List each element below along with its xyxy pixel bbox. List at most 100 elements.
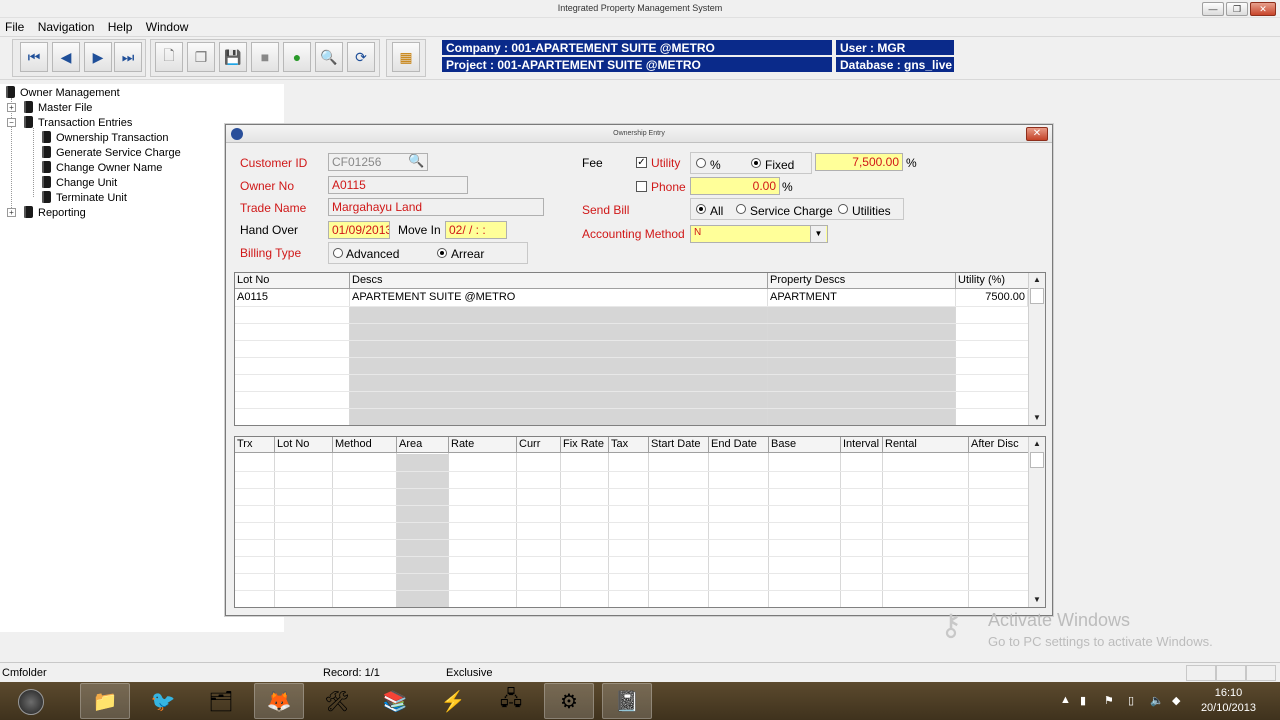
phone-amount-field[interactable]: 0.00	[690, 177, 780, 195]
interval-header[interactable]: Interval	[841, 437, 883, 453]
phone-checkbox[interactable]	[636, 181, 647, 192]
property-descs-header[interactable]: Property Descs	[768, 273, 956, 289]
rental-header[interactable]: Rental	[883, 437, 969, 453]
tray-expand-icon[interactable]: ▲	[1060, 694, 1071, 706]
trade-name-field[interactable]: Margahayu Land	[328, 198, 544, 216]
area-header[interactable]: Area	[397, 437, 449, 453]
maximize-button[interactable]: ❐	[1226, 2, 1248, 16]
send-utilities-radio[interactable]	[838, 204, 848, 214]
lot-grid-scrollbar[interactable]: ▲ ▼	[1028, 273, 1045, 425]
lot-no-header[interactable]: Lot No	[235, 273, 350, 289]
lightning-icon[interactable]: ⚡	[428, 683, 478, 719]
trx-lot-no-header[interactable]: Lot No	[275, 437, 333, 453]
next-record-icon[interactable]: ▶	[84, 42, 112, 72]
scroll-up-icon[interactable]: ▲	[1029, 273, 1045, 287]
start-button[interactable]	[18, 689, 44, 715]
table-cell[interactable]: A0115	[235, 290, 350, 306]
minimize-button[interactable]: —	[1202, 2, 1224, 16]
books-icon[interactable]: 📚	[370, 683, 420, 719]
accounting-method-select[interactable]: N	[690, 225, 828, 243]
expand-icon[interactable]: +	[7, 208, 16, 217]
scroll-down-icon[interactable]: ▼	[1029, 593, 1045, 607]
calculator-icon[interactable]: ▦	[392, 42, 420, 72]
tree-node-change-unit[interactable]: Change Unit	[42, 176, 117, 189]
chevron-down-icon[interactable]: ▼	[810, 226, 826, 242]
send-service-charge-radio[interactable]	[736, 204, 746, 214]
refresh-icon[interactable]: ●	[283, 42, 311, 72]
utility-percent-radio[interactable]	[696, 158, 706, 168]
tree-node-master-file[interactable]: Master File	[24, 101, 92, 114]
start-date-header[interactable]: Start Date	[649, 437, 709, 453]
move-in-field[interactable]: 02/ / : :	[445, 221, 507, 239]
tree-node-reporting[interactable]: Reporting	[24, 206, 86, 219]
tree-node-ownership-transaction[interactable]: Ownership Transaction	[42, 131, 169, 144]
hand-over-field[interactable]: 01/09/2013	[328, 221, 390, 239]
expand-icon[interactable]: +	[7, 103, 16, 112]
scroll-down-icon[interactable]: ▼	[1029, 411, 1045, 425]
customer-search-icon[interactable]: 🔍	[408, 153, 424, 169]
collapse-icon[interactable]: −	[7, 118, 16, 127]
table-cell[interactable]: APARTEMENT SUITE @METRO	[350, 290, 768, 306]
last-record-icon[interactable]: ⏭	[114, 42, 142, 72]
end-date-header[interactable]: End Date	[709, 437, 769, 453]
descs-header[interactable]: Descs	[350, 273, 768, 289]
first-record-icon[interactable]: ⏮	[20, 42, 48, 72]
send-all-radio[interactable]	[696, 204, 706, 214]
previous-record-icon[interactable]: ◀	[52, 42, 80, 72]
scroll-up-icon[interactable]: ▲	[1029, 437, 1045, 451]
curr-header[interactable]: Curr	[517, 437, 561, 453]
folder-icon[interactable]: 🗂	[196, 683, 246, 719]
utility-fixed-radio[interactable]	[751, 158, 761, 168]
twitter-icon[interactable]: 🐦	[138, 683, 188, 719]
save-icon[interactable]: 💾	[219, 42, 247, 72]
tools-icon[interactable]: 🛠	[312, 683, 362, 719]
volume-icon[interactable]: 🔈	[1150, 694, 1164, 707]
transaction-grid-scrollbar[interactable]: ▲ ▼	[1028, 437, 1045, 607]
signal-icon[interactable]: ▮	[1080, 694, 1086, 707]
property-app-icon[interactable]: ⚙	[544, 683, 594, 719]
copy-icon[interactable]: ❐	[187, 42, 215, 72]
fix-rate-header[interactable]: Fix Rate	[561, 437, 609, 453]
file-explorer-icon[interactable]: 📁	[80, 683, 130, 719]
tree-node-transaction-entries[interactable]: Transaction Entries	[24, 116, 132, 129]
billing-advanced-radio[interactable]	[333, 248, 343, 258]
base-header[interactable]: Base	[769, 437, 841, 453]
tree-node-owner-management[interactable]: Owner Management	[6, 86, 120, 99]
utility-amount-field[interactable]: 7,500.00	[815, 153, 903, 171]
dropbox-icon[interactable]: ◆	[1172, 694, 1180, 707]
menu-file[interactable]: File	[0, 18, 29, 34]
method-header[interactable]: Method	[333, 437, 397, 453]
billing-arrear-radio[interactable]	[437, 248, 447, 258]
scroll-thumb[interactable]	[1030, 452, 1044, 468]
battery-icon[interactable]: ▯	[1128, 694, 1134, 707]
utility-checkbox[interactable]: ✓	[636, 157, 647, 168]
network-app-icon[interactable]: 🖧	[486, 683, 536, 719]
menu-help[interactable]: Help	[103, 18, 138, 34]
table-cell[interactable]: 7500.00	[956, 290, 1028, 306]
reload-icon[interactable]: ⟳	[347, 42, 375, 72]
system-clock[interactable]: 16:10 20/10/2013	[1201, 686, 1256, 716]
delete-icon[interactable]: ■	[251, 42, 279, 72]
close-button[interactable]: ✕	[1250, 2, 1276, 16]
child-close-button[interactable]: ✕	[1026, 127, 1048, 141]
table-cell[interactable]: APARTMENT	[768, 290, 956, 306]
tree-node-generate-service-charge[interactable]: Generate Service Charge	[42, 146, 181, 159]
menu-navigation[interactable]: Navigation	[33, 18, 100, 34]
send-all-label: All	[710, 204, 724, 218]
notes-icon[interactable]: 📓	[602, 683, 652, 719]
tree-node-terminate-unit[interactable]: Terminate Unit	[42, 191, 127, 204]
tax-header[interactable]: Tax	[609, 437, 649, 453]
trx-header[interactable]: Trx	[235, 437, 275, 453]
after-disc-header[interactable]: After Disc	[969, 437, 1030, 453]
new-document-icon[interactable]: 🗋	[155, 42, 183, 72]
utility-pct-header[interactable]: Utility (%)	[956, 273, 1030, 289]
owner-no-field[interactable]: A0115	[328, 176, 468, 194]
grid-row-line	[235, 573, 1030, 574]
search-icon[interactable]: 🔍	[315, 42, 343, 72]
rate-header[interactable]: Rate	[449, 437, 517, 453]
tree-node-change-owner-name[interactable]: Change Owner Name	[42, 161, 162, 174]
flag-icon[interactable]: ⚑	[1104, 694, 1114, 707]
menu-window[interactable]: Window	[141, 18, 194, 34]
scroll-thumb[interactable]	[1030, 288, 1044, 304]
firefox-icon[interactable]: 🦊	[254, 683, 304, 719]
